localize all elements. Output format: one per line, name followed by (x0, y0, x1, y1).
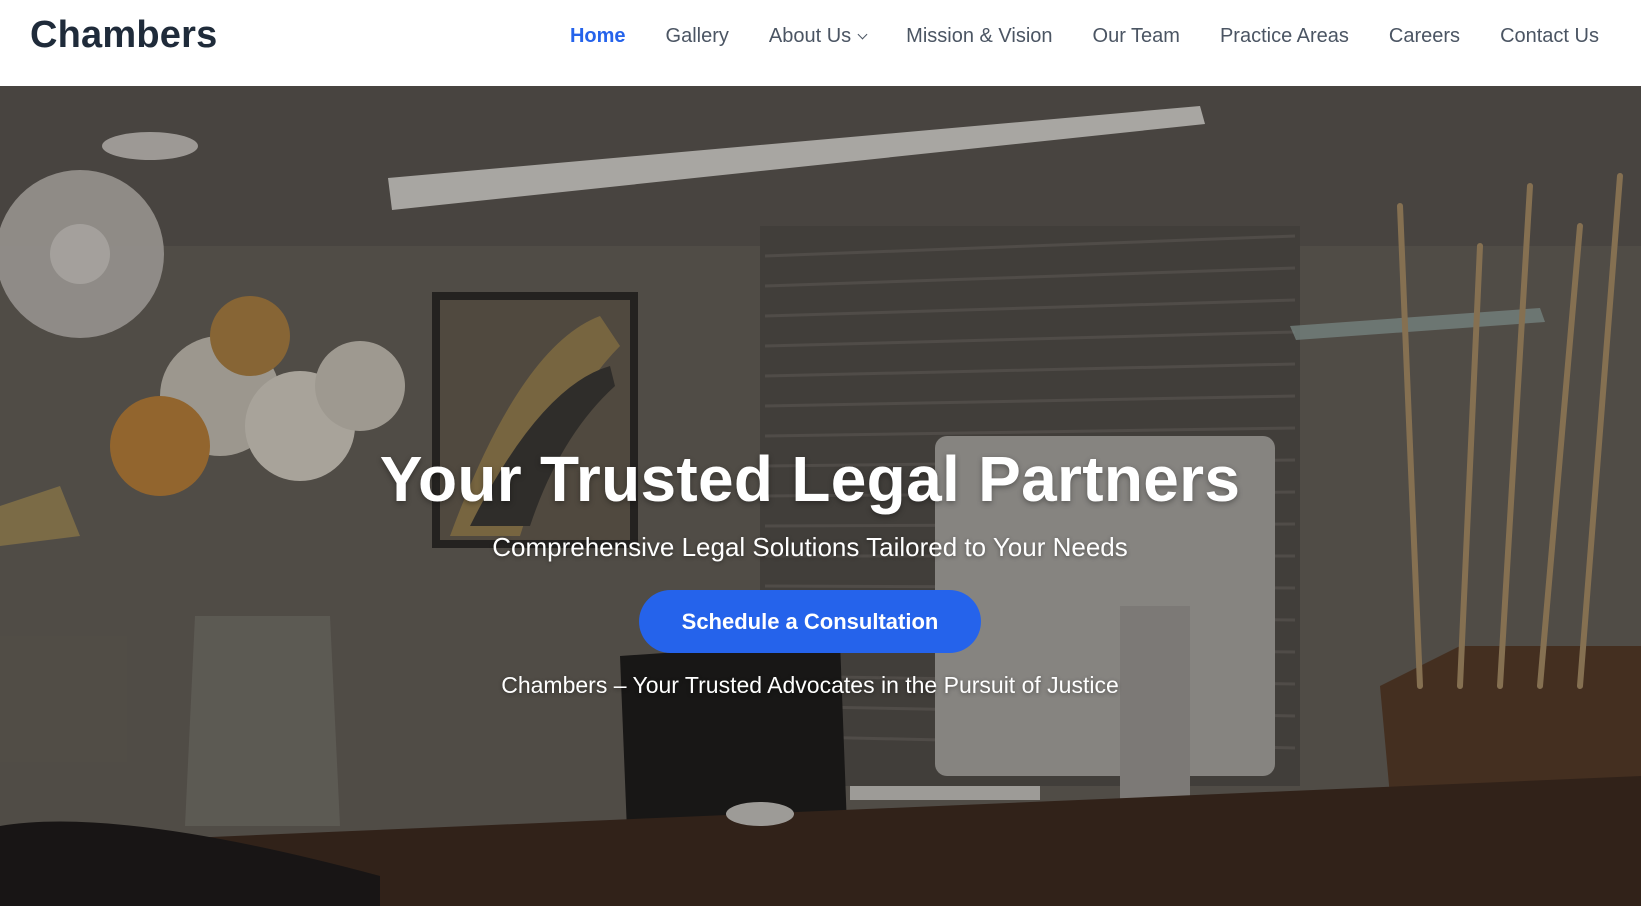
brand-logo[interactable]: Chambers (30, 14, 217, 57)
nav-mission-vision-label: Mission & Vision (906, 24, 1053, 47)
nav-gallery[interactable]: Gallery (666, 25, 729, 48)
nav-about-us[interactable]: About Us (768, 24, 868, 48)
nav-practice-areas[interactable]: Practice Areas (1220, 25, 1349, 48)
nav-gallery-label: Gallery (665, 24, 729, 47)
nav-mission-vision[interactable]: Mission & Vision (906, 25, 1052, 48)
nav-contact-us[interactable]: Contact Us (1500, 25, 1599, 48)
nav-about-us-label: About Us (768, 24, 852, 47)
hero-tagline: Chambers – Your Trusted Advocates in the… (501, 672, 1119, 698)
main-nav: Home Gallery About Us Mission & Vision O… (530, 0, 1599, 72)
hero-subtitle: Comprehensive Legal Solutions Tailored t… (492, 532, 1128, 562)
nav-practice-areas-label: Practice Areas (1219, 24, 1349, 47)
site-header: Chambers Home Gallery About Us Mission &… (0, 0, 1641, 86)
hero-content: Your Trusted Legal Partners Comprehensiv… (0, 86, 1641, 906)
nav-careers[interactable]: Careers (1389, 25, 1460, 48)
schedule-consultation-button[interactable]: Schedule a Consultation (639, 590, 981, 653)
hero-title: Your Trusted Legal Partners (379, 443, 1241, 515)
nav-careers-label: Careers (1388, 24, 1461, 47)
nav-home[interactable]: Home (570, 25, 626, 48)
nav-our-team[interactable]: Our Team (1093, 25, 1180, 48)
nav-home-label: Home (569, 24, 626, 47)
nav-our-team-label: Our Team (1092, 24, 1180, 47)
hero-section: Your Trusted Legal Partners Comprehensiv… (0, 86, 1641, 906)
chevron-down-icon (857, 29, 868, 39)
nav-contact-us-label: Contact Us (1500, 24, 1599, 47)
